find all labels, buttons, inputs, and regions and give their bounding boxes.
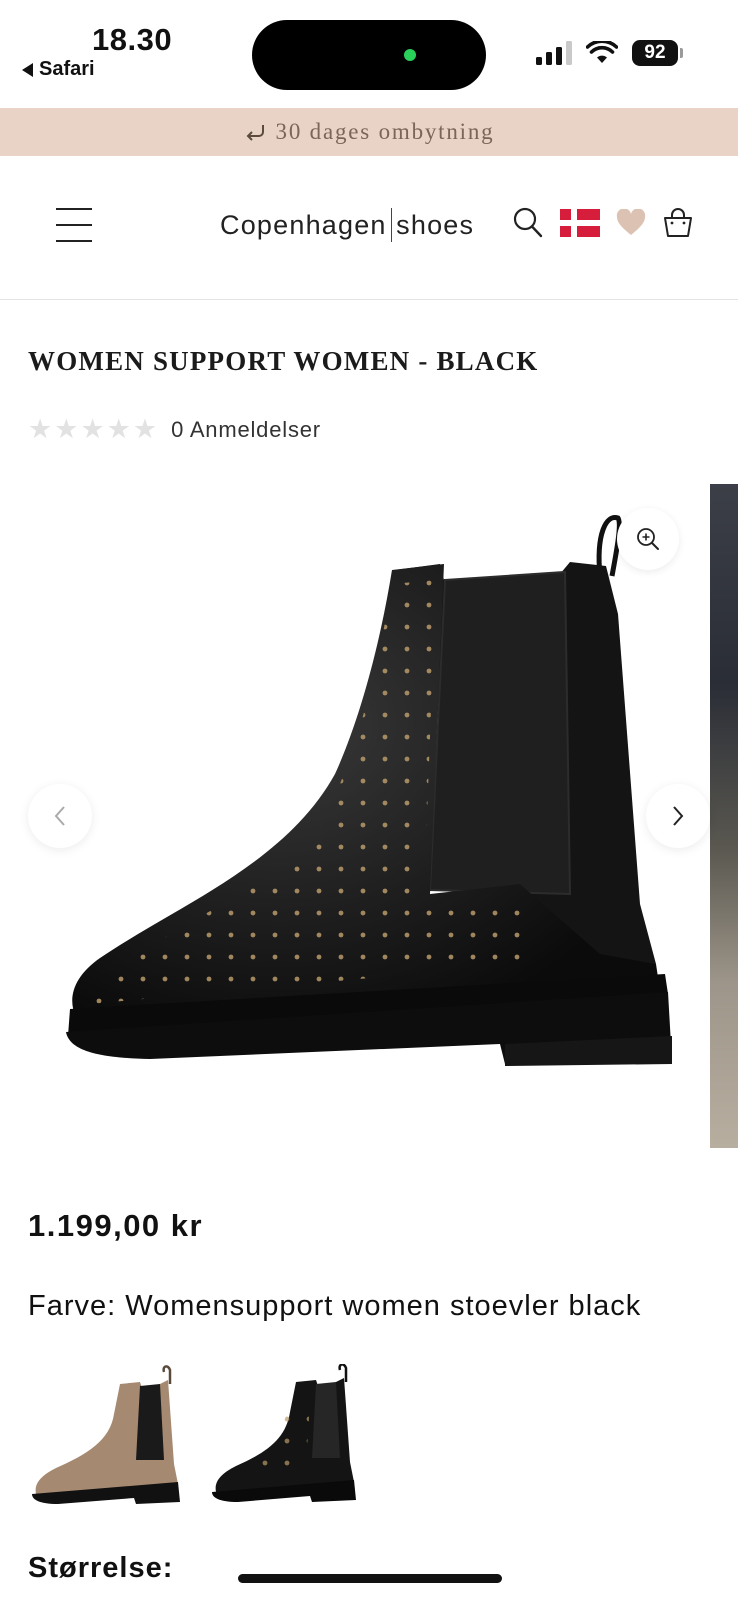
black-boot-swatch[interactable]	[210, 1364, 368, 1514]
chevron-left-icon	[54, 806, 65, 826]
search-icon[interactable]	[512, 206, 544, 240]
menu-icon[interactable]	[56, 208, 92, 242]
battery-indicator: 92	[632, 40, 683, 66]
back-app-label: Safari	[39, 58, 95, 80]
star-icon: ★	[106, 414, 131, 444]
return-arrow-icon	[246, 125, 264, 141]
logo-divider	[390, 208, 393, 242]
status-icons: 92	[536, 40, 683, 66]
previous-image-button[interactable]	[28, 784, 92, 848]
product-price: 1.199,00 kr	[28, 1208, 204, 1243]
product-gallery[interactable]	[0, 484, 738, 1148]
danish-flag-icon[interactable]	[560, 209, 600, 237]
heart-icon[interactable]	[616, 209, 646, 237]
status-time: 18.30	[92, 22, 173, 57]
logo-text-copenhagen: Copenhagen	[220, 209, 387, 240]
product-image-boot[interactable]	[0, 484, 694, 1148]
beige-boot-swatch[interactable]	[28, 1364, 186, 1514]
status-bar: 18.30 Safari 92	[0, 0, 738, 108]
cellular-signal-icon	[536, 41, 572, 65]
zoom-button[interactable]	[617, 508, 679, 570]
product-reviews[interactable]: ★ ★ ★ ★ ★ 0 Anmeldelser	[28, 416, 321, 443]
battery-level: 92	[644, 42, 666, 63]
star-icon: ★	[54, 414, 79, 444]
size-label: Størrelse:	[28, 1552, 174, 1584]
rating-stars: ★ ★ ★ ★ ★	[28, 416, 157, 443]
color-swatches	[28, 1364, 368, 1514]
logo-text-shoes: shoes	[396, 209, 475, 240]
announcement-bar[interactable]: 30 dages ombytning	[0, 108, 738, 156]
announcement-text: 30 dages ombytning	[275, 119, 495, 144]
product-title: WOMEN SUPPORT WOMEN - BLACK	[28, 346, 539, 376]
header-actions	[512, 206, 694, 240]
reviews-count: 0 Anmeldelser	[171, 416, 321, 442]
wifi-icon	[586, 41, 618, 63]
site-logo[interactable]: Copenhagen shoes	[220, 208, 474, 242]
home-indicator[interactable]	[238, 1574, 502, 1583]
next-image-button[interactable]	[646, 784, 710, 848]
back-to-safari-link[interactable]: Safari	[22, 58, 95, 81]
back-caret-icon	[22, 62, 33, 77]
next-image-preview[interactable]	[710, 484, 738, 1148]
star-icon: ★	[28, 414, 53, 444]
dynamic-island	[252, 20, 486, 90]
star-icon: ★	[132, 414, 158, 444]
camera-indicator-icon	[404, 49, 416, 61]
zoom-in-icon	[637, 528, 659, 550]
site-header: Copenhagen shoes	[0, 156, 738, 300]
color-label: Farve: Womensupport women stoevler black	[28, 1290, 642, 1322]
shopping-bag-icon[interactable]	[662, 207, 694, 239]
chevron-right-icon	[673, 806, 684, 826]
star-icon: ★	[80, 414, 105, 444]
